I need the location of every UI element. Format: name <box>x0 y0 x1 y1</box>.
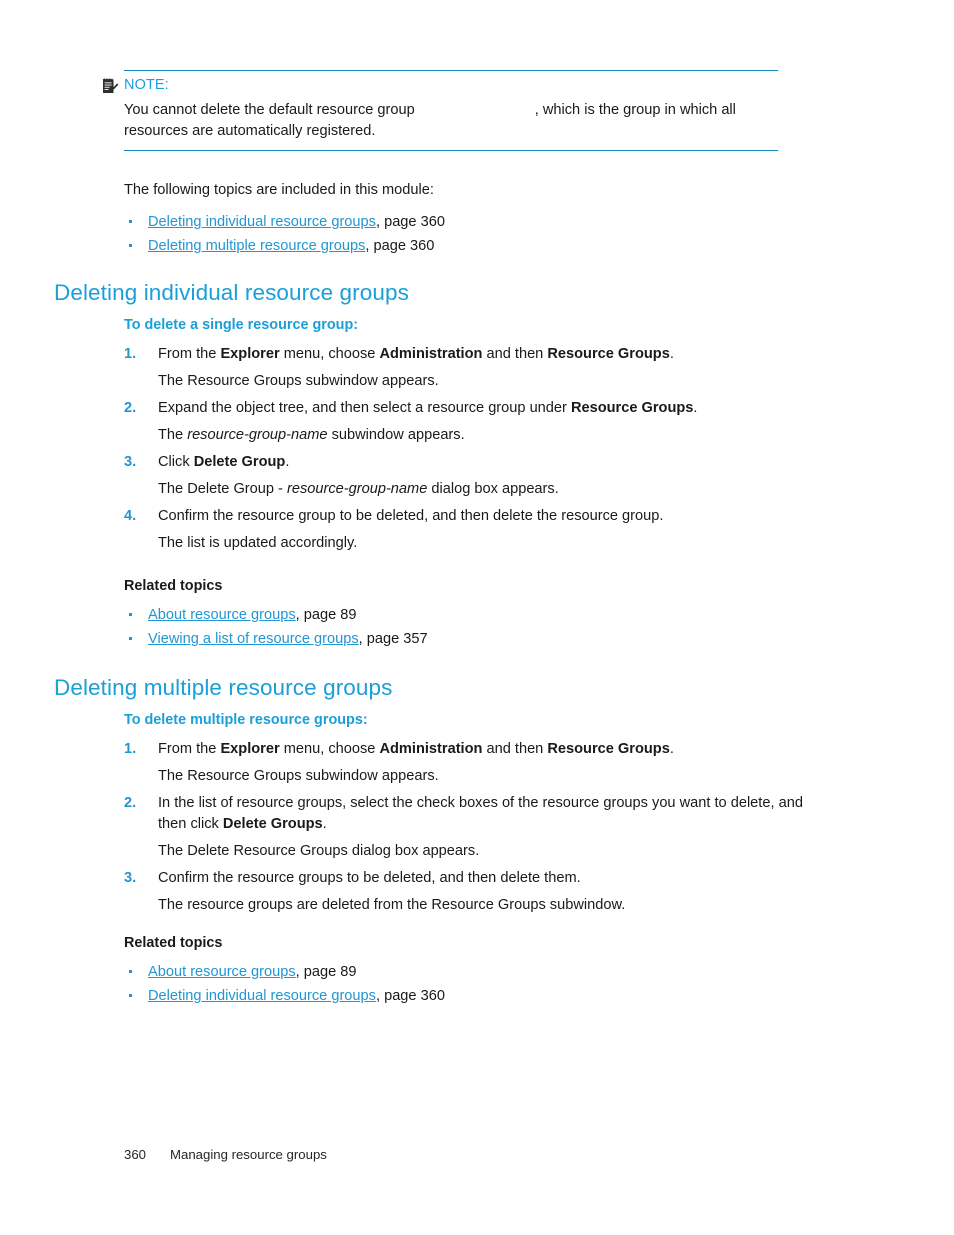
step-result: The Resource Groups subwindow appears. <box>158 373 439 389</box>
related-topics-label-2: Related topics <box>124 935 223 951</box>
note-pad-pencil-icon <box>102 78 119 95</box>
step-item: 1. From the Explorer menu, choose Admini… <box>124 739 814 787</box>
topic-link-deleting-individual[interactable]: Deleting individual resource groups <box>148 214 376 230</box>
topic-page-ref: , page 360 <box>365 238 435 254</box>
document-page: NOTE: You cannot delete the default reso… <box>0 0 954 1235</box>
related-page-ref: , page 360 <box>375 988 445 1004</box>
subheading-to-delete-single: To delete a single resource group: <box>124 317 359 333</box>
related-topics-list-2: About resource groups, page 89 Deleting … <box>124 960 445 1008</box>
step-item: 4. Confirm the resource group to be dele… <box>124 506 814 554</box>
bullet-icon <box>129 613 133 617</box>
topic-link-deleting-multiple[interactable]: Deleting multiple resource groups <box>148 238 365 254</box>
related-topics-list-1: About resource groups, page 89 Viewing a… <box>124 603 428 651</box>
related-topics-label-1: Related topics <box>124 578 223 594</box>
step-number: 2. <box>124 795 137 811</box>
step-number: 2. <box>124 400 137 416</box>
list-item: Deleting multiple resource groups, page … <box>124 234 445 258</box>
step-number: 1. <box>124 346 137 362</box>
related-link-deleting-individual[interactable]: Deleting individual resource groups <box>148 988 376 1004</box>
step-item: 2. Expand the object tree, and then sele… <box>124 398 814 446</box>
step-text: In the list of resource groups, select t… <box>158 795 803 832</box>
list-item: About resource groups, page 89 <box>124 603 428 627</box>
subheading-to-delete-multiple: To delete multiple resource groups: <box>124 712 368 728</box>
page-title-deleting-multiple: Deleting multiple resource groups <box>54 675 393 700</box>
procedure-steps-multiple: 1. From the Explorer menu, choose Admini… <box>124 739 814 922</box>
bullet-icon <box>129 994 133 998</box>
step-number: 3. <box>124 454 137 470</box>
step-text: From the Explorer menu, choose Administr… <box>158 346 674 362</box>
step-item: 3. Confirm the resource groups to be del… <box>124 868 814 916</box>
note-bottom-rule <box>124 150 778 151</box>
step-result: The Resource Groups subwindow appears. <box>158 768 439 784</box>
note-text-before: You cannot delete the default resource g… <box>124 102 415 118</box>
list-item: Viewing a list of resource groups, page … <box>124 627 428 651</box>
intro-text: The following topics are included in thi… <box>124 182 434 198</box>
page-footer: 360 Managing resource groups <box>124 1146 327 1164</box>
related-page-ref: , page 89 <box>295 607 357 623</box>
list-item: Deleting individual resource groups, pag… <box>124 210 445 234</box>
bullet-icon <box>129 637 133 641</box>
bullet-icon <box>129 970 133 974</box>
note-label: NOTE: <box>124 77 169 93</box>
list-item: Deleting individual resource groups, pag… <box>124 984 445 1008</box>
page-title-deleting-individual: Deleting individual resource groups <box>54 280 409 305</box>
step-text: Confirm the resource group to be deleted… <box>158 508 664 524</box>
list-item: About resource groups, page 89 <box>124 960 445 984</box>
step-text: From the Explorer menu, choose Administr… <box>158 741 674 757</box>
step-text: Confirm the resource groups to be delete… <box>158 870 581 886</box>
related-link-about-resource-groups[interactable]: About resource groups <box>148 964 296 980</box>
step-number: 1. <box>124 741 137 757</box>
step-item: 2. In the list of resource groups, selec… <box>124 793 814 862</box>
related-page-ref: , page 89 <box>295 964 357 980</box>
bullet-icon <box>129 220 133 224</box>
step-number: 4. <box>124 508 137 524</box>
step-text: Expand the object tree, and then select … <box>158 400 698 416</box>
step-item: 1. From the Explorer menu, choose Admini… <box>124 344 814 392</box>
related-page-ref: , page 357 <box>358 631 428 647</box>
bullet-icon <box>129 244 133 248</box>
step-text: Click Delete Group. <box>158 454 290 470</box>
footer-chapter-title: Managing resource groups <box>170 1147 327 1162</box>
step-result: The list is updated accordingly. <box>158 535 358 551</box>
note-body: You cannot delete the default resource g… <box>124 94 778 150</box>
module-intro: The following topics are included in thi… <box>124 180 445 258</box>
procedure-steps-individual: 1. From the Explorer menu, choose Admini… <box>124 344 814 560</box>
step-number: 3. <box>124 870 137 886</box>
step-result: The resource-group-name subwindow appear… <box>158 427 465 443</box>
step-result: The Delete Group - resource-group-name d… <box>158 481 559 497</box>
related-link-about-resource-groups[interactable]: About resource groups <box>148 607 296 623</box>
note-admonition: NOTE: You cannot delete the default reso… <box>102 70 778 151</box>
module-topic-list: Deleting individual resource groups, pag… <box>124 210 445 258</box>
footer-page-number: 360 <box>124 1147 147 1162</box>
related-link-viewing-list[interactable]: Viewing a list of resource groups <box>148 631 359 647</box>
step-result: The Delete Resource Groups dialog box ap… <box>158 843 480 859</box>
topic-page-ref: , page 360 <box>375 214 445 230</box>
step-result: The resource groups are deleted from the… <box>158 897 626 913</box>
step-item: 3. Click Delete Group. The Delete Group … <box>124 452 814 500</box>
